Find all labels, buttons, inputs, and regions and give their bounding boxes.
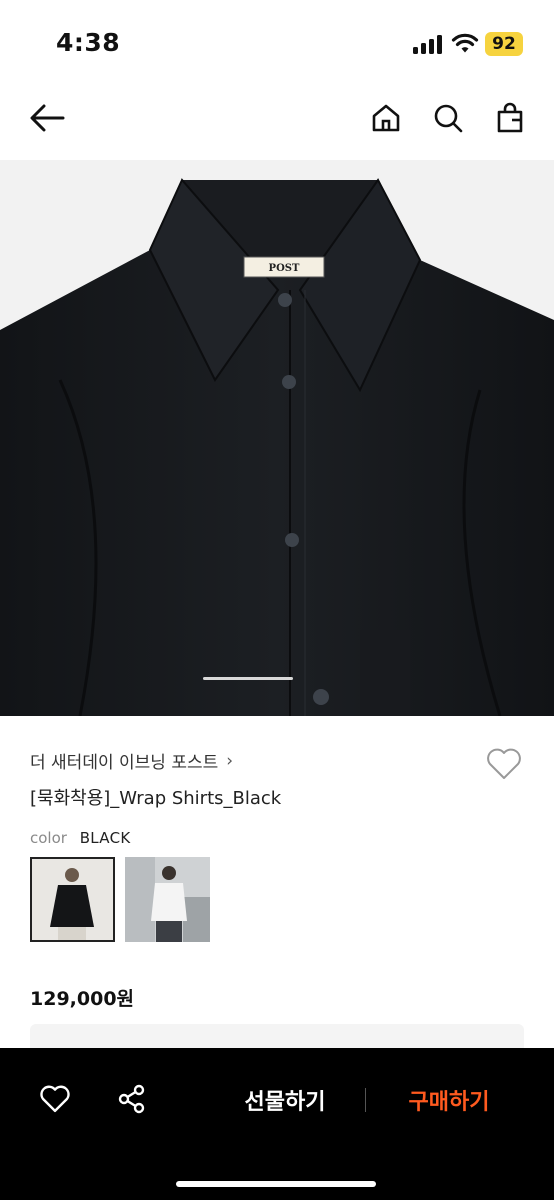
- carousel-indicator: [203, 677, 293, 680]
- wifi-icon: [451, 33, 479, 53]
- cart-button[interactable]: [490, 98, 530, 138]
- battery-indicator: 92: [485, 32, 523, 56]
- heart-outline-icon: [40, 1085, 70, 1113]
- product-title: [묵화착용]_Wrap Shirts_Black: [30, 788, 282, 809]
- divider: [365, 1088, 366, 1112]
- home-indicator: [176, 1181, 376, 1187]
- back-button[interactable]: [27, 98, 67, 138]
- color-label: color: [30, 829, 67, 847]
- search-icon: [434, 104, 463, 133]
- share-icon: [118, 1084, 145, 1114]
- search-button[interactable]: [428, 98, 468, 138]
- buy-button[interactable]: 구매하기: [384, 1084, 514, 1116]
- product-price: 129,000원: [30, 988, 135, 1010]
- status-time: 4:38: [56, 28, 121, 57]
- thumbnail-black[interactable]: [30, 857, 115, 942]
- back-arrow-icon: [30, 104, 65, 132]
- color-thumbnails: [30, 857, 210, 942]
- brand-link[interactable]: 더 새터데이 이브닝 포스트 ›: [30, 748, 234, 774]
- thumbnail-image: [30, 857, 115, 942]
- bottom-wishlist-button[interactable]: [34, 1078, 76, 1120]
- share-button[interactable]: [111, 1078, 153, 1120]
- brand-name: 더 새터데이 이브닝 포스트: [30, 753, 219, 773]
- neck-label: POST: [269, 263, 300, 274]
- thumbnail-white[interactable]: [125, 857, 210, 942]
- thumbnail-image: [125, 857, 210, 942]
- color-value: BLACK: [79, 829, 131, 847]
- product-image[interactable]: POST: [0, 160, 554, 716]
- chevron-right-icon: ›: [226, 750, 234, 771]
- status-bar: 4:38 92: [0, 0, 554, 86]
- bottom-action-bar: 선물하기 구매하기: [0, 1048, 554, 1200]
- cellular-signal-icon: [413, 34, 443, 54]
- heart-outline-icon: [487, 748, 521, 779]
- shopping-bag-icon: [497, 102, 523, 133]
- color-row: color BLACK: [30, 829, 131, 847]
- home-button[interactable]: [366, 98, 406, 138]
- top-navigation: [0, 90, 554, 150]
- home-icon: [372, 104, 400, 132]
- wishlist-button[interactable]: [484, 744, 524, 784]
- gift-button[interactable]: 선물하기: [220, 1084, 350, 1116]
- shirt-photo: POST: [0, 160, 554, 716]
